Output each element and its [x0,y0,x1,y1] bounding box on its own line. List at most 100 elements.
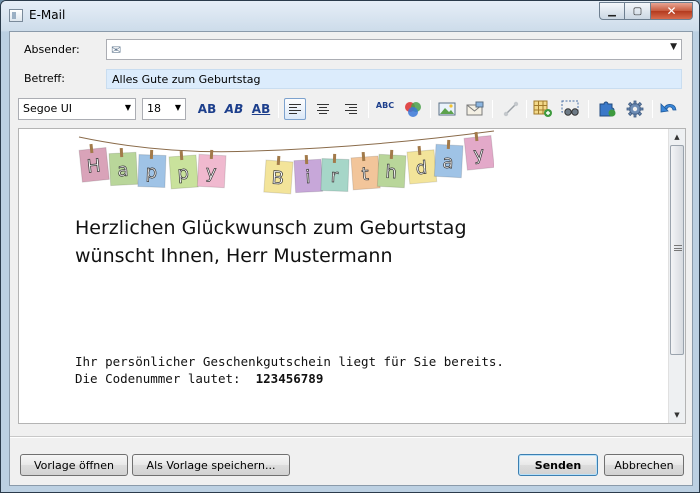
mail-merge-icon [466,101,484,116]
underline-button[interactable]: AB [250,98,272,120]
open-template-button[interactable]: Vorlage öffnen [20,454,128,476]
banner-flag: p [137,149,167,188]
email-window: E-Mail ▁ ▢ ✕ Absender: ✉ ▼ Betreff: Alle… [0,0,700,493]
happy-birthday-banner-image: HappyBirthday [78,130,494,195]
banner-flag: h [376,149,407,189]
banner-flag: a [108,147,139,187]
banner-letter: y [205,162,217,184]
chevron-down-icon: ▼ [674,411,680,419]
sender-combobox[interactable]: ✉ ▼ [106,39,682,60]
scroll-thumb[interactable] [670,145,684,355]
align-right-icon [345,104,357,114]
close-button[interactable]: ✕ [651,2,693,20]
color-palette-icon [405,102,421,117]
bold-icon: AB [197,102,217,116]
editor-scrollbar[interactable]: ▲ ▼ [668,129,685,423]
italic-button[interactable]: AB [223,98,245,120]
spellcheck-icon: ABC [375,100,395,110]
toolbar-separator [588,100,589,118]
insert-placeholder-button[interactable] [464,98,486,120]
banner-flag: t [350,151,381,191]
chevron-down-icon: ▼ [174,103,181,112]
voucher-code-label: Die Codenummer lautet: [75,371,256,386]
insert-link-button[interactable] [500,98,522,120]
maximize-icon: ▢ [632,5,643,17]
title-bar: E-Mail ▁ ▢ ✕ [1,1,699,31]
binoculars-icon [561,100,579,116]
font-family-value: Segoe UI [23,102,73,115]
save-as-template-button[interactable]: Als Vorlage speichern... [132,454,290,476]
find-button[interactable] [560,98,582,120]
format-toolbar: Segoe UI ▼ 18 ▼ AB AB AB ABC [18,98,688,122]
minimize-icon: ▁ [608,5,616,17]
insert-image-button[interactable] [436,98,458,120]
underline-icon: AB [251,102,271,116]
gear-icon [626,100,644,118]
banner-flag: a [433,139,464,179]
banner-letter: d [415,157,428,179]
undo-icon [660,103,677,113]
sender-label: Absender: [24,43,80,56]
window-controls: ▁ ▢ ✕ [599,2,693,20]
footer-divider [10,436,692,438]
font-size-value: 18 [147,102,161,115]
plugins-button[interactable] [596,98,618,120]
undo-button[interactable] [658,98,680,120]
align-center-button[interactable] [312,98,334,120]
voucher-code: 123456789 [255,371,324,386]
banner-flag: i [293,154,324,194]
link-icon [503,101,519,117]
banner-flag: H [78,143,110,183]
close-icon: ✕ [666,4,677,18]
italic-icon: AB [224,102,244,116]
window-title: E-Mail [29,8,66,22]
font-family-select[interactable]: Segoe UI ▼ [18,98,136,120]
toolbar-separator [492,100,493,118]
banner-letter: h [385,162,398,184]
subject-label: Betreff: [24,72,65,85]
cancel-button[interactable]: Abbrechen [604,454,684,476]
spellcheck-button[interactable]: ABC [374,98,396,120]
banner-letter: r [330,166,339,187]
minimize-button[interactable]: ▁ [599,2,625,20]
chevron-down-icon[interactable]: ▼ [670,42,677,52]
greeting-line-1: Herzlichen Glückwunsch zum Geburtstag [75,217,467,239]
settings-button[interactable] [624,98,646,120]
banner-letter: p [145,162,157,183]
banner-letter: a [117,160,129,182]
voucher-line-2: Die Codenummer lautet: 123456789 [75,370,504,387]
bold-button[interactable]: AB [196,98,218,120]
scroll-up-button[interactable]: ▲ [669,129,685,145]
toolbar-separator [430,100,431,118]
align-right-button[interactable] [340,98,362,120]
banner-flag: d [406,145,438,185]
scroll-down-button[interactable]: ▼ [669,407,685,423]
toolbar-separator [278,100,279,118]
greeting-text: Herzlichen Glückwunsch zum Geburtstag wü… [75,214,467,270]
dialog-client: Absender: ✉ ▼ Betreff: Alles Gute zum Ge… [9,31,693,486]
banner-flag: y [196,149,227,189]
send-button[interactable]: Senden [518,454,598,476]
chevron-down-icon: ▼ [124,103,131,112]
banner-flag: y [463,131,494,171]
greeting-line-2: wünscht Ihnen, Herr Mustermann [75,245,393,267]
color-button[interactable] [402,98,424,120]
toolbar-separator [652,100,653,118]
table-icon [533,100,552,117]
subject-input[interactable]: Alles Gute zum Geburtstag [106,69,682,89]
image-icon [438,102,456,116]
align-center-icon [317,104,329,114]
grip-icon [674,245,682,251]
banner-letter: a [442,152,454,174]
message-editor[interactable]: HappyBirthday Herzlichen Glückwunsch zum… [18,128,686,424]
align-left-button[interactable] [284,98,306,120]
window-icon [9,9,23,22]
maximize-button[interactable]: ▢ [625,2,651,20]
align-left-icon [289,104,301,114]
envelope-icon: ✉ [111,43,122,57]
voucher-text: Ihr persönlicher Geschenkgutschein liegt… [75,353,504,387]
puzzle-icon [599,101,616,117]
banner-flag: B [263,155,294,195]
font-size-select[interactable]: 18 ▼ [142,98,186,120]
insert-table-button[interactable] [532,98,554,120]
